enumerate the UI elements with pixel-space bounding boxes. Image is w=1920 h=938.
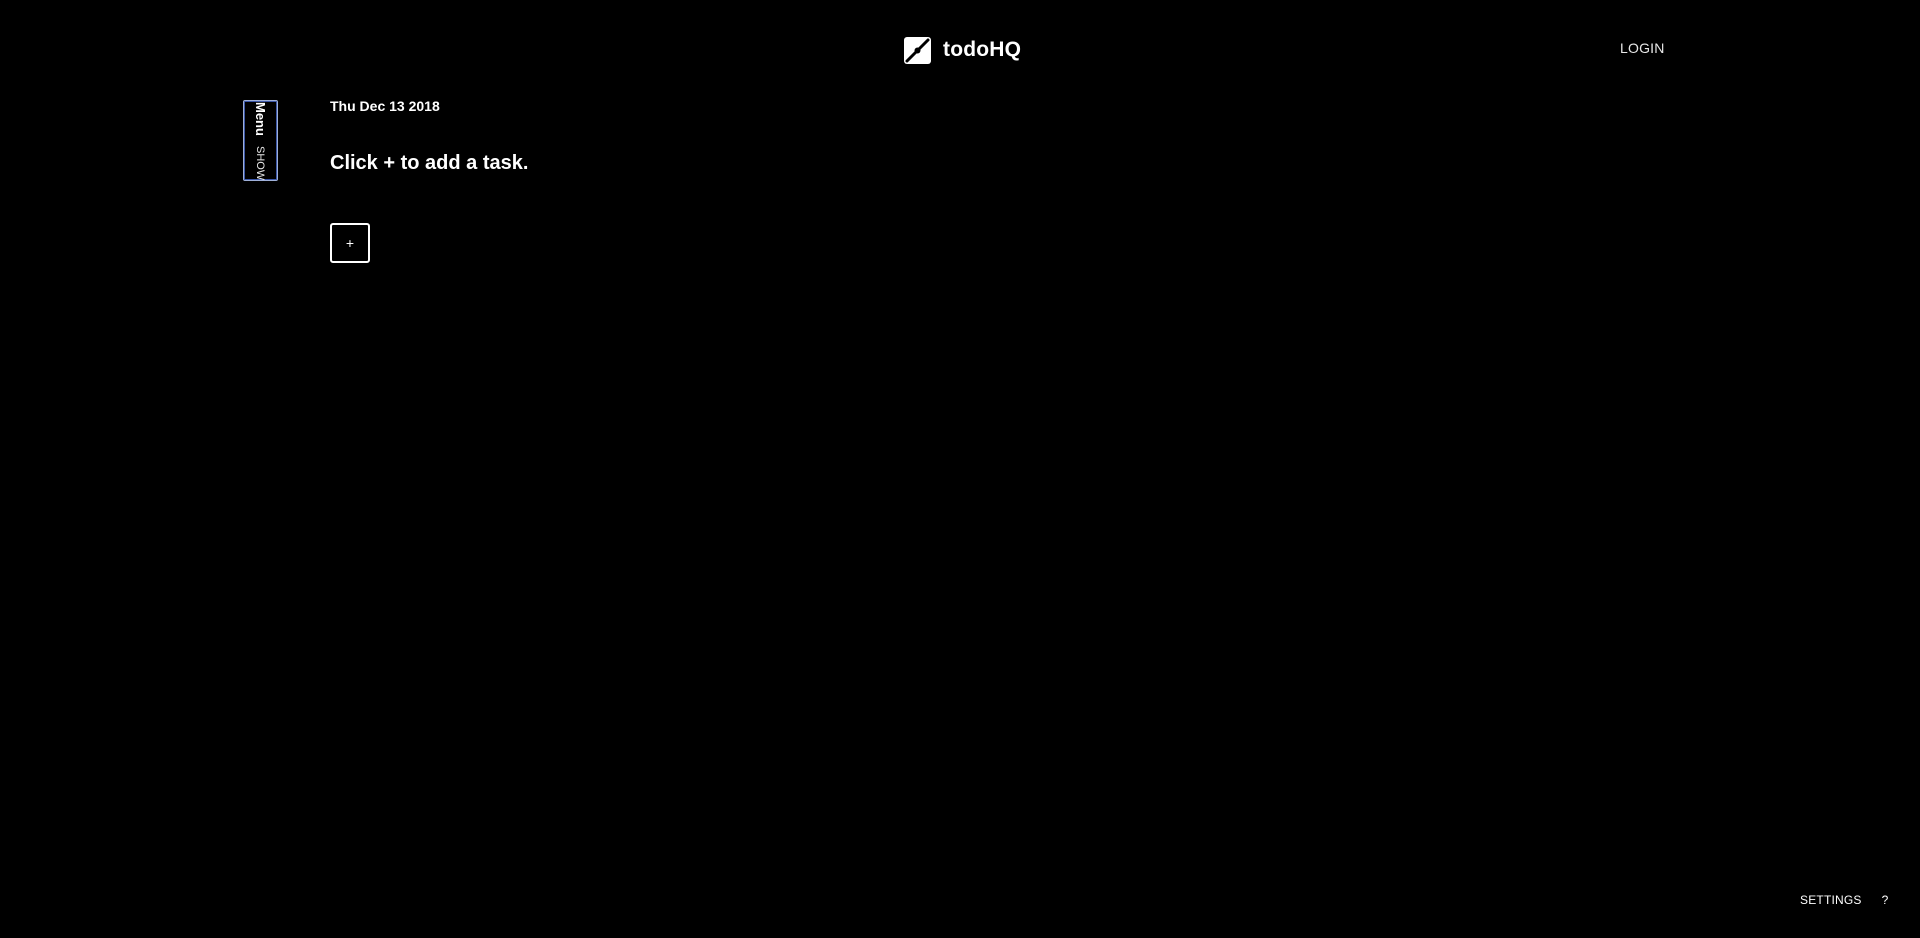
app-page: todoHQ LOGIN Menu SHOW Thu Dec 13 2018 C… [0, 0, 1920, 938]
current-date: Thu Dec 13 2018 [330, 98, 440, 114]
add-task-button[interactable]: + [330, 223, 370, 263]
help-link[interactable]: ? [1882, 893, 1889, 907]
menu-toggle-content: Menu SHOW [253, 102, 268, 181]
brand[interactable]: todoHQ [904, 35, 1021, 65]
menu-toggle-state: SHOW [254, 145, 266, 181]
menu-toggle-title: Menu [253, 102, 268, 136]
menu-toggle-button[interactable]: Menu SHOW [243, 100, 278, 181]
todohq-logo-icon [904, 36, 931, 64]
footer: SETTINGS ? [1800, 893, 1888, 907]
login-link[interactable]: LOGIN [1620, 40, 1665, 56]
settings-link[interactable]: SETTINGS [1800, 893, 1862, 907]
brand-name: todoHQ [943, 38, 1022, 61]
empty-tasks-hint: Click + to add a task. [330, 152, 529, 174]
